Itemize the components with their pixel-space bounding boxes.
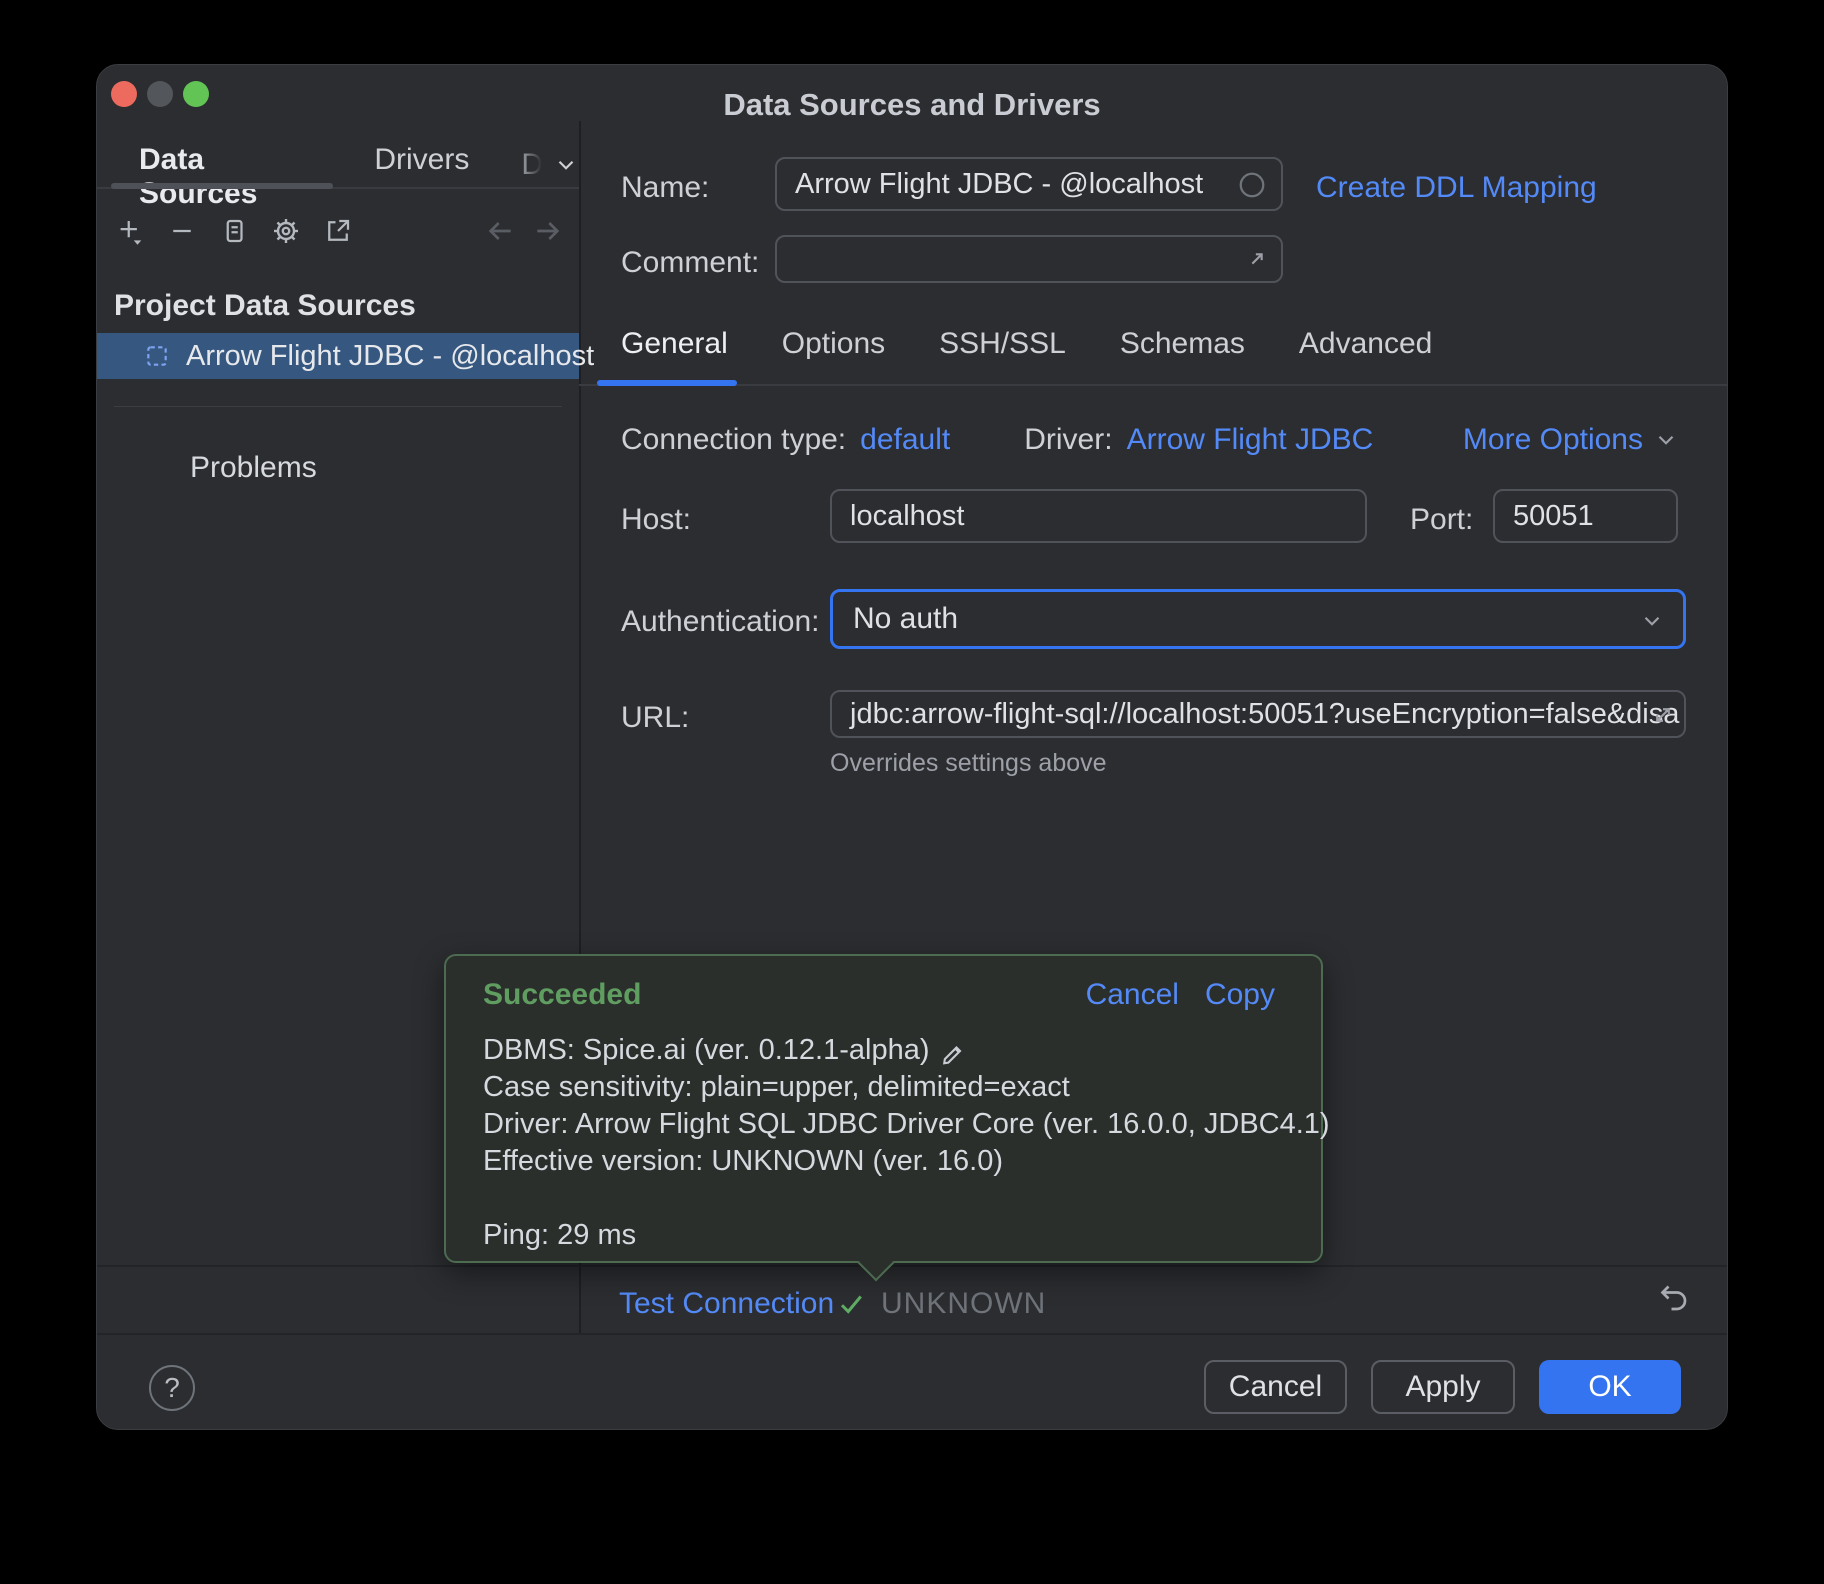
tab-schemas[interactable]: Schemas bbox=[1120, 327, 1245, 361]
sidebar-item-problems[interactable]: Problems bbox=[190, 451, 317, 485]
driver-label: Driver: bbox=[1024, 423, 1112, 457]
authentication-label: Authentication: bbox=[621, 605, 819, 639]
sidebar-item-arrow-flight-jdbc[interactable]: Arrow Flight JDBC - @localhost bbox=[97, 333, 579, 379]
more-options-link[interactable]: More Options bbox=[1463, 423, 1679, 457]
tab-truncated-label: D bbox=[521, 148, 543, 182]
tab-drivers[interactable]: Drivers bbox=[374, 143, 469, 187]
port-label: Port: bbox=[1410, 503, 1473, 537]
check-icon bbox=[837, 1289, 867, 1319]
test-connection-popup: Succeeded Cancel Copy DBMS: Spice.ai (ve… bbox=[444, 954, 1323, 1263]
help-glyph: ? bbox=[164, 1372, 180, 1404]
chevron-down-icon bbox=[1639, 608, 1665, 634]
sidebar-toolbar bbox=[97, 205, 579, 257]
form-tabbar: General Options SSH/SSL Schemas Advanced bbox=[621, 327, 1432, 361]
connection-type-label: Connection type: bbox=[621, 423, 846, 457]
name-input[interactable] bbox=[775, 157, 1283, 211]
data-source-icon bbox=[144, 343, 170, 369]
tab-options[interactable]: Options bbox=[782, 327, 885, 361]
window-title: Data Sources and Drivers bbox=[97, 87, 1727, 123]
case-sensitivity-line: Case sensitivity: plain=upper, delimited… bbox=[483, 1069, 1330, 1106]
form-tab-divider bbox=[579, 384, 1728, 386]
tab-general[interactable]: General bbox=[621, 327, 728, 361]
connection-status-text: UNKNOWN bbox=[881, 1287, 1046, 1321]
help-icon[interactable]: ? bbox=[149, 1365, 195, 1411]
cancel-button[interactable]: Cancel bbox=[1204, 1360, 1347, 1414]
undo-icon[interactable] bbox=[1655, 1279, 1691, 1315]
gear-icon[interactable] bbox=[269, 214, 303, 248]
status-badge: Succeeded bbox=[483, 978, 641, 1012]
authentication-value: No auth bbox=[853, 602, 958, 636]
name-label: Name: bbox=[621, 171, 709, 205]
active-tab-underline bbox=[111, 183, 333, 189]
tab-data-sources[interactable]: Data Sources bbox=[139, 143, 322, 187]
test-connection-link[interactable]: Test Connection bbox=[619, 1287, 834, 1321]
remove-icon[interactable] bbox=[165, 214, 199, 248]
url-label: URL: bbox=[621, 701, 689, 735]
url-value: jdbc:arrow-flight-sql://localhost:50051?… bbox=[850, 698, 1679, 731]
add-icon[interactable] bbox=[113, 214, 147, 248]
sidebar-tabbar: Data Sources Drivers D bbox=[97, 123, 579, 189]
apply-button[interactable]: Apply bbox=[1371, 1360, 1515, 1414]
sidebar-separator bbox=[114, 406, 562, 407]
popup-cancel-link[interactable]: Cancel bbox=[1086, 978, 1179, 1012]
comment-input[interactable] bbox=[775, 235, 1283, 283]
ping-line: Ping: 29 ms bbox=[483, 1217, 1330, 1254]
dbms-line: DBMS: Spice.ai (ver. 0.12.1-alpha) bbox=[483, 1032, 929, 1069]
create-ddl-mapping-link[interactable]: Create DDL Mapping bbox=[1316, 171, 1597, 205]
authentication-select[interactable]: No auth bbox=[830, 589, 1686, 649]
host-label: Host: bbox=[621, 503, 691, 537]
duplicate-icon[interactable] bbox=[217, 214, 251, 248]
chevron-down-icon bbox=[1653, 427, 1679, 453]
content-footer-divider bbox=[97, 1265, 1728, 1267]
driver-value-link[interactable]: Arrow Flight JDBC bbox=[1127, 423, 1374, 457]
footer-divider bbox=[97, 1333, 1728, 1335]
comment-label: Comment: bbox=[621, 246, 759, 280]
popup-details: DBMS: Spice.ai (ver. 0.12.1-alpha) Case … bbox=[483, 1032, 1330, 1254]
connection-type-row: Connection type: default Driver: Arrow F… bbox=[621, 423, 1373, 457]
driver-line: Driver: Arrow Flight SQL JDBC Driver Cor… bbox=[483, 1106, 1330, 1143]
more-options-label: More Options bbox=[1463, 423, 1643, 457]
connection-type-value-link[interactable]: default bbox=[860, 423, 950, 457]
url-hint-text: Overrides settings above bbox=[830, 749, 1107, 778]
open-in-new-icon[interactable] bbox=[321, 214, 355, 248]
chevron-down-icon bbox=[553, 152, 579, 178]
active-form-tab-indicator bbox=[597, 380, 737, 386]
data-sources-dialog: Data Sources and Drivers Data Sources Dr… bbox=[96, 64, 1728, 1430]
effective-version-line: Effective version: UNKNOWN (ver. 16.0) bbox=[483, 1143, 1330, 1180]
host-input[interactable] bbox=[830, 489, 1367, 543]
back-icon[interactable] bbox=[483, 214, 517, 248]
port-input[interactable] bbox=[1493, 489, 1678, 543]
expand-icon[interactable] bbox=[1243, 245, 1271, 273]
ok-button[interactable]: OK bbox=[1539, 1360, 1681, 1414]
tab-ssh-ssl[interactable]: SSH/SSL bbox=[939, 327, 1066, 361]
project-data-sources-heading: Project Data Sources bbox=[114, 289, 416, 323]
forward-icon[interactable] bbox=[531, 214, 565, 248]
data-source-label: Arrow Flight JDBC - @localhost bbox=[186, 340, 594, 373]
url-input[interactable]: jdbc:arrow-flight-sql://localhost:50051?… bbox=[830, 690, 1686, 738]
tab-advanced[interactable]: Advanced bbox=[1299, 327, 1432, 361]
loading-ring-icon bbox=[1237, 170, 1267, 200]
tab-overflow[interactable]: D bbox=[521, 143, 579, 187]
popup-copy-link[interactable]: Copy bbox=[1205, 978, 1275, 1012]
expand-icon[interactable] bbox=[1649, 701, 1677, 729]
pencil-icon[interactable] bbox=[939, 1037, 967, 1065]
